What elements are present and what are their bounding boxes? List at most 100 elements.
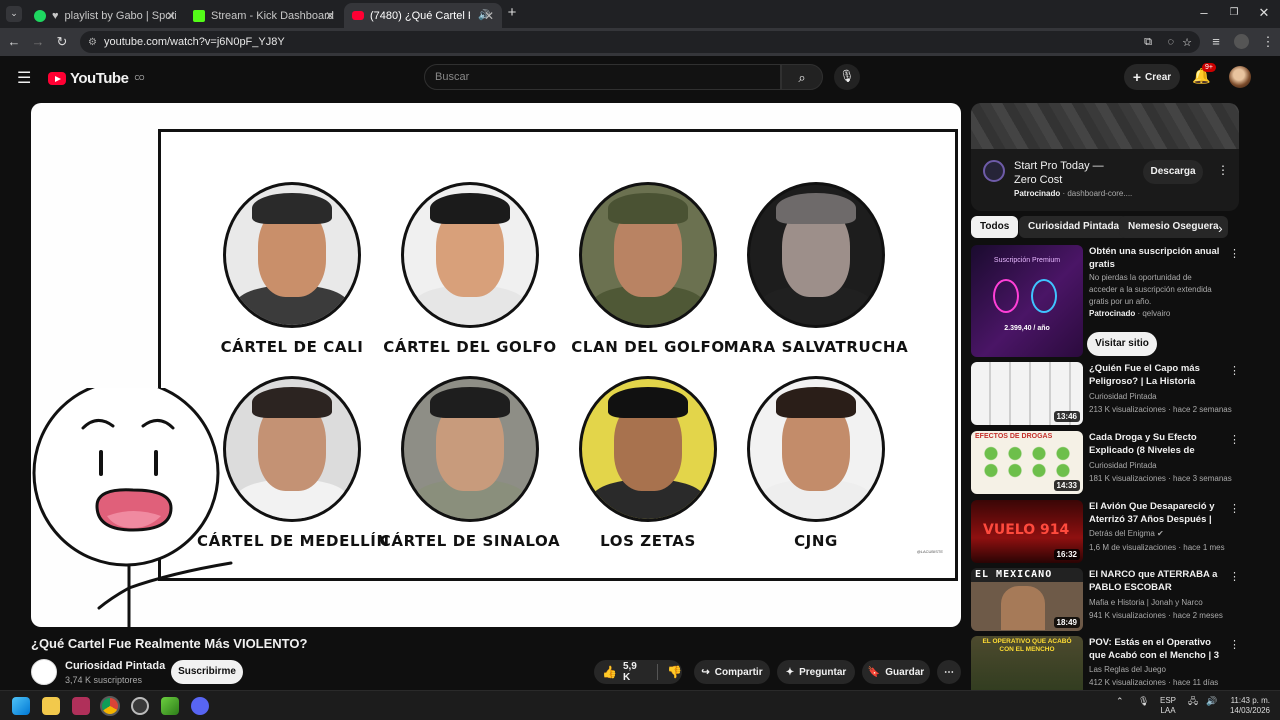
sponsored-ad-card[interactable]: Start Pro Today — Zero Cost Patrocinado … (971, 103, 1239, 211)
youtube-logo[interactable]: YouTube CO (48, 70, 144, 87)
related-video-item[interactable]: EL MEXICANO 18:49 El NARCO que ATERRABA … (971, 568, 1241, 631)
eye-off-icon[interactable]: ◌ (1167, 36, 1174, 48)
close-icon[interactable]: ✕ (484, 9, 494, 23)
media-control-icon[interactable]: ≡ (1208, 34, 1224, 49)
file-explorer-icon[interactable] (42, 697, 60, 715)
more-icon[interactable]: ⋮ (1229, 247, 1240, 260)
obs-icon[interactable] (131, 697, 149, 715)
chrome-icon[interactable] (100, 696, 120, 716)
chevron-right-icon[interactable]: › (1218, 220, 1223, 236)
video-item-title[interactable]: El NARCO que ATERRABA a PABLO ESCOBAR (1089, 568, 1229, 594)
video-channel[interactable]: Mafia e Historia | Jonah y Narco (1089, 598, 1203, 607)
cartel-label: CÁRTEL DE SINALOA (379, 532, 561, 550)
mic-tray-icon[interactable]: 🎙 (1138, 696, 1149, 706)
voice-search-button[interactable]: 🎙 (834, 64, 860, 90)
language-indicator[interactable]: ESP LAA (1160, 696, 1176, 716)
url-text: youtube.com/watch?v=j6N0pF_YJ8Y (104, 36, 285, 48)
chevron-up-icon[interactable]: ⌃ (1116, 696, 1124, 706)
video-item-title[interactable]: POV: Estás en el Operativo que Acabó con… (1089, 636, 1229, 662)
ad-download-button[interactable]: Descarga (1143, 160, 1203, 184)
more-icon[interactable]: ⋮ (1229, 638, 1240, 651)
video-item-title[interactable]: ¿Quién Fue el Capo más Peligroso? | La H… (1089, 362, 1229, 388)
notifications-button[interactable]: 🔔 9+ (1192, 63, 1216, 85)
hamburger-menu-icon[interactable]: ☰ (17, 68, 31, 88)
search-button[interactable]: ⌕ (781, 64, 823, 90)
related-video-item[interactable]: EFECTOS DE DROGAS 14:33 Cada Droga y Su … (971, 431, 1241, 494)
new-tab-button[interactable]: + (502, 4, 522, 21)
search-input[interactable]: Buscar (424, 64, 781, 90)
chip-todos[interactable]: Todos (971, 216, 1019, 238)
network-icon[interactable]: 🖧 (1188, 696, 1198, 706)
video-channel[interactable]: Detrás del Enigma ✔ (1089, 529, 1164, 538)
reload-icon[interactable]: ↻ (54, 34, 70, 50)
video-player[interactable]: CÁRTEL DE CALI CÁRTEL DEL GOLFO CLAN DEL… (31, 103, 961, 627)
like-dislike-group: 👍 5,9 K 👎 (594, 660, 682, 684)
profile-icon[interactable] (1234, 34, 1249, 49)
avatar[interactable] (1229, 66, 1251, 88)
tab-kick[interactable]: Stream - Kick Dashboard ✕ (185, 3, 343, 28)
close-icon[interactable]: ✕ (166, 9, 176, 23)
close-icon[interactable]: ✕ (325, 9, 335, 23)
clock[interactable]: 11:43 p. m. 14/03/2026 (1224, 696, 1270, 716)
chip-topic[interactable]: Nemesio Oseguera (1119, 216, 1228, 238)
visit-site-button[interactable]: Visitar sitio (1087, 332, 1157, 356)
sponsor-name: qelvairo (1142, 309, 1171, 318)
forward-icon[interactable]: → (30, 34, 46, 49)
minimize-icon[interactable]: – (1194, 5, 1214, 20)
app-icon[interactable] (72, 697, 90, 715)
video-thumbnail[interactable]: EFECTOS DE DROGAS 14:33 (971, 431, 1083, 494)
related-video-item[interactable]: 13:46 ¿Quién Fue el Capo más Peligroso? … (971, 362, 1241, 425)
save-label: Guardar (885, 666, 925, 678)
browser-menu-icon[interactable]: ⋮ (1260, 34, 1276, 50)
site-info-icon[interactable]: ⚙ (88, 37, 97, 48)
video-item-title[interactable]: El Avión Que Desapareció y Aterrizó 37 A… (1089, 500, 1229, 526)
related-video-item[interactable]: EL OPERATIVO QUE ACABÓ CON EL MENCHO POV… (971, 636, 1241, 690)
create-button[interactable]: + Crear (1124, 64, 1180, 90)
maximize-icon[interactable]: ❐ (1224, 7, 1244, 18)
subscribe-button[interactable]: Suscribirme (171, 660, 243, 684)
video-item-title[interactable]: Obtén una suscripción anual gratis (1089, 245, 1229, 271)
video-item-title[interactable]: Cada Droga y Su Efecto Explicado (8 Nive… (1089, 431, 1229, 457)
portrait-photo (223, 182, 361, 328)
more-icon[interactable]: ⋮ (1229, 570, 1240, 583)
ask-button[interactable]: ✦ Preguntar (777, 660, 855, 684)
channel-text: Detrás del Enigma (1089, 529, 1155, 538)
sponsored-label: Patrocinado (1089, 309, 1136, 318)
more-actions-button[interactable]: ⋯ (937, 660, 961, 684)
share-button[interactable]: ↪ Compartir (694, 660, 770, 684)
video-channel[interactable]: Curiosidad Pintada (1089, 392, 1157, 401)
more-icon[interactable]: ⋮ (1229, 364, 1240, 377)
video-thumbnail[interactable]: 13:46 (971, 362, 1083, 425)
back-icon[interactable]: ← (6, 34, 22, 49)
volume-icon[interactable]: 🔊 (1206, 696, 1217, 706)
chip-channel[interactable]: Curiosidad Pintada (1019, 216, 1129, 238)
dislike-button[interactable]: 👎 (667, 665, 682, 679)
minecraft-icon[interactable] (161, 697, 179, 715)
ad-menu-icon[interactable]: ⋮ (1217, 163, 1229, 177)
tab-youtube[interactable]: (7480) ¿Qué Cartel Fue Real 🔊 ✕ (344, 3, 502, 28)
video-thumbnail[interactable]: EL MEXICANO 18:49 (971, 568, 1083, 631)
ad-banner (971, 103, 1239, 149)
window-close-icon[interactable]: ✕ (1254, 5, 1274, 21)
channel-avatar[interactable] (31, 659, 57, 685)
video-thumbnail[interactable]: EL OPERATIVO QUE ACABÓ CON EL MENCHO (971, 636, 1083, 690)
more-icon[interactable]: ⋮ (1229, 433, 1240, 446)
channel-name[interactable]: Curiosidad Pintada (65, 660, 165, 672)
save-button[interactable]: 🔖 Guardar (862, 660, 930, 684)
video-thumbnail[interactable]: VUELO 914 16:32 (971, 500, 1083, 563)
video-channel[interactable]: Las Reglas del Juego (1089, 665, 1166, 674)
more-icon[interactable]: ⋮ (1229, 502, 1240, 515)
tab-spotify[interactable]: ♥ playlist by Gabo | Spotify ✕ (26, 3, 184, 28)
cast-icon[interactable]: ⧉ (1144, 36, 1152, 49)
sponsored-video-item[interactable]: Suscripción Premium 2.399,40 / año Obtén… (971, 245, 1241, 357)
related-video-item[interactable]: VUELO 914 16:32 El Avión Que Desapareció… (971, 500, 1241, 563)
url-field[interactable]: ⚙ youtube.com/watch?v=j6N0pF_YJ8Y ⧉ ◌ ☆ (80, 31, 1200, 53)
windows-start-icon[interactable] (12, 697, 30, 715)
bookmark-star-icon[interactable]: ☆ (1182, 36, 1192, 49)
discord-icon[interactable] (191, 697, 209, 715)
video-channel[interactable]: Curiosidad Pintada (1089, 461, 1157, 470)
ad-title[interactable]: Start Pro Today — Zero Cost (1014, 159, 1114, 187)
tab-search-icon[interactable]: ⌄ (6, 6, 22, 22)
video-thumbnail[interactable]: Suscripción Premium 2.399,40 / año (971, 245, 1083, 357)
like-button[interactable]: 👍 5,9 K (602, 661, 646, 683)
